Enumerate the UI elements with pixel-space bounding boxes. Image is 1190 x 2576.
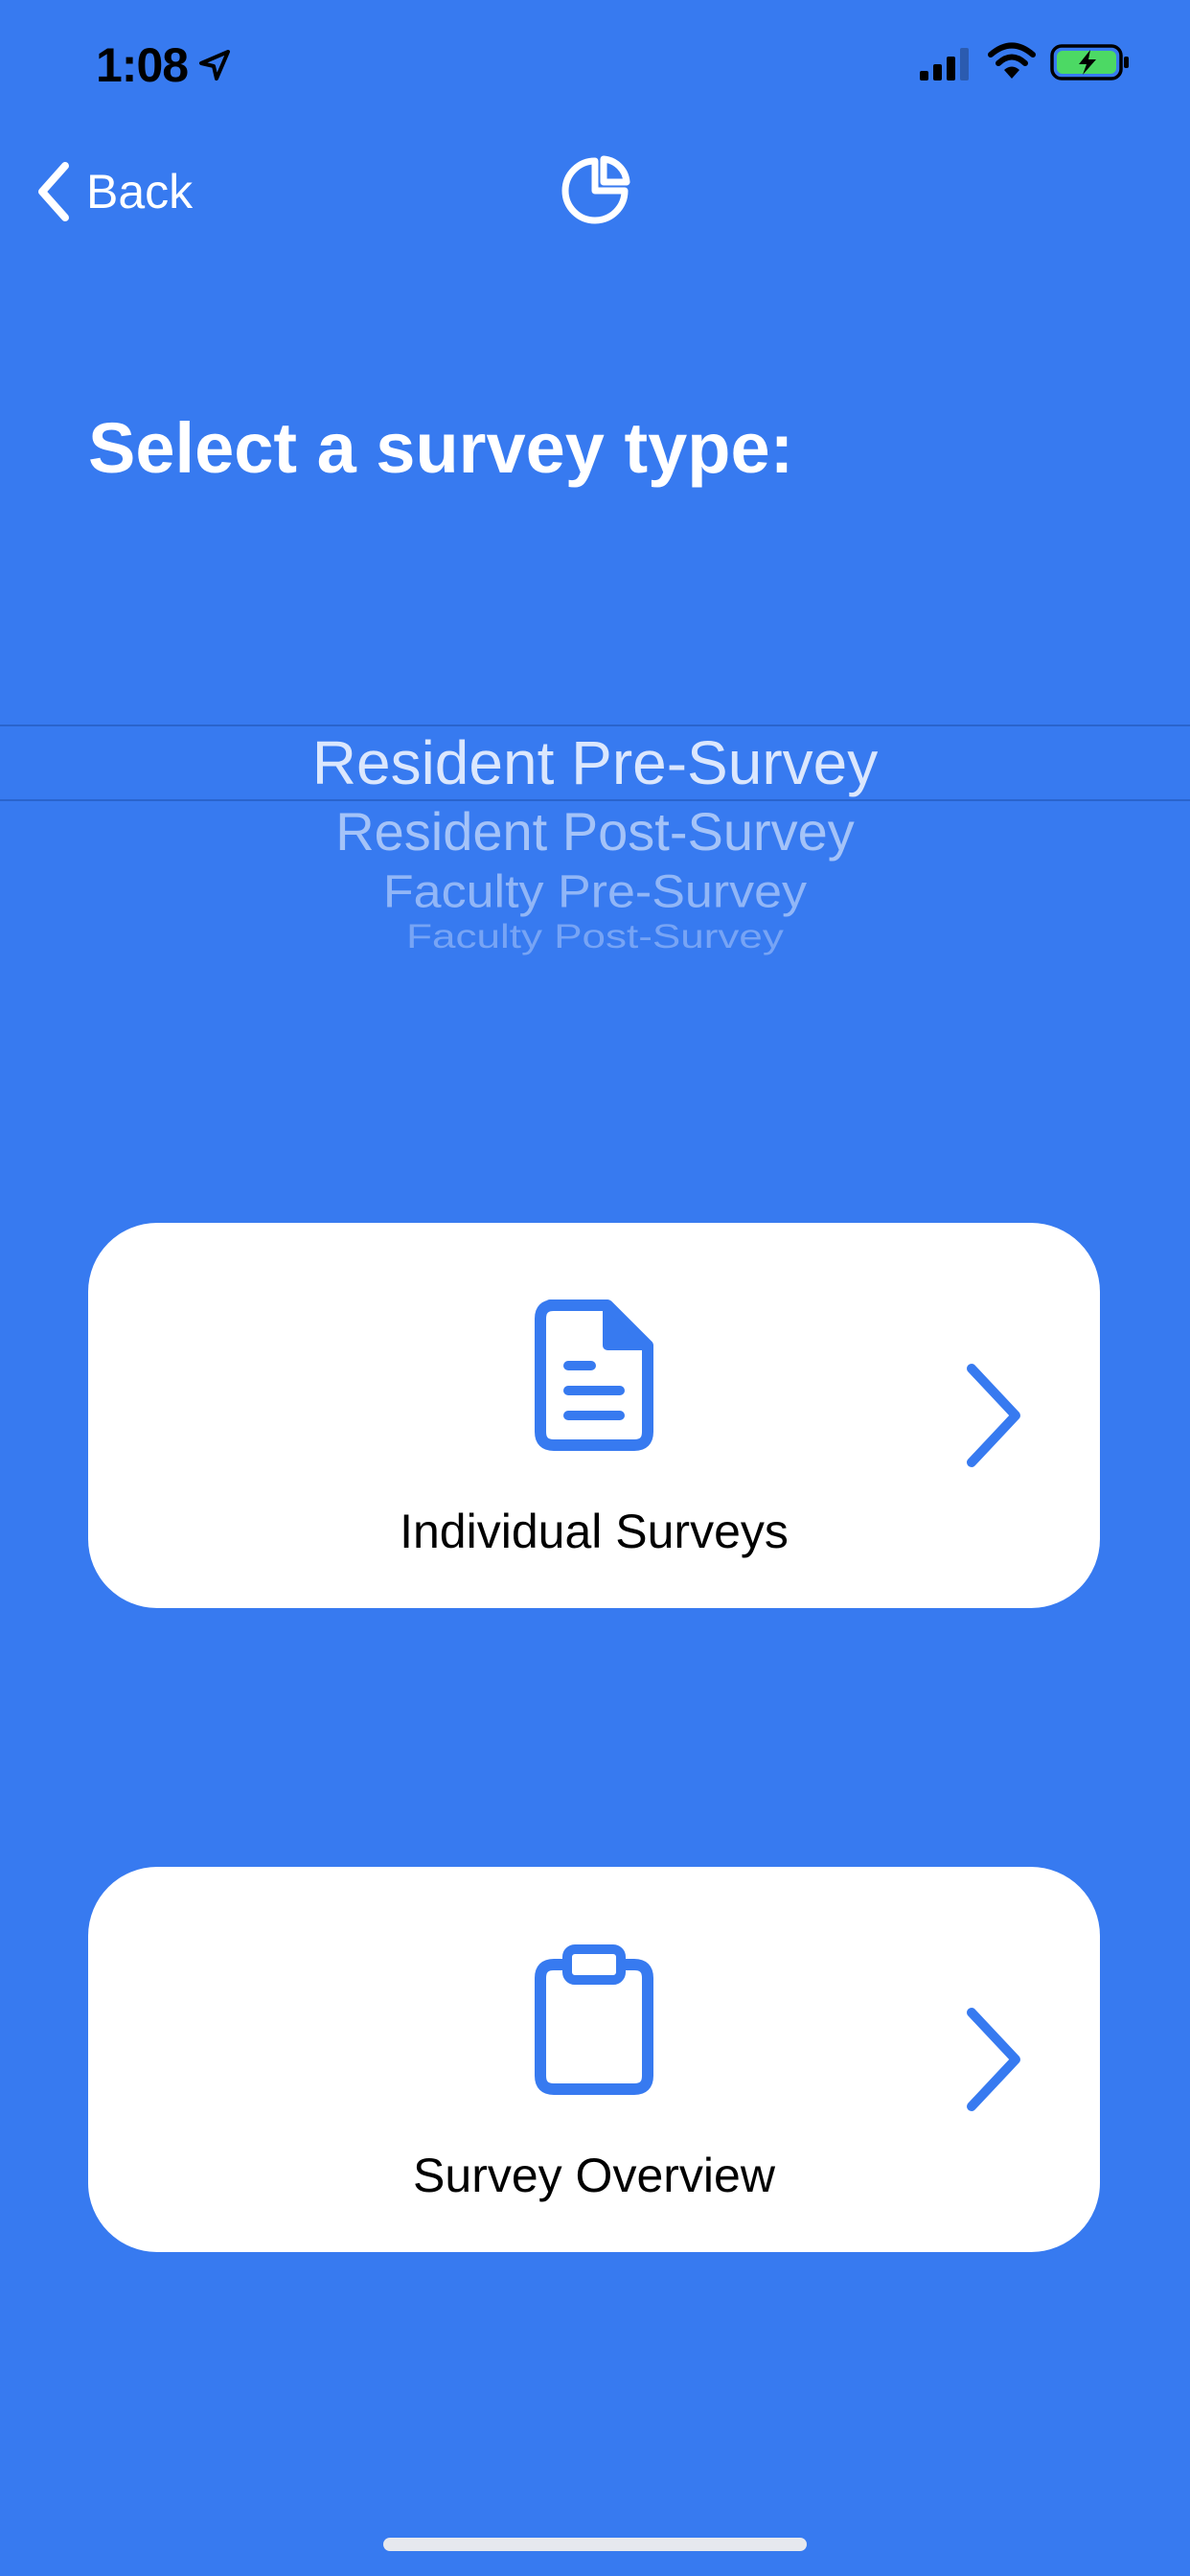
back-button[interactable]: Back	[34, 153, 193, 230]
chevron-right-icon	[967, 1364, 1020, 1467]
survey-overview-button[interactable]: Survey Overview	[88, 1867, 1100, 2252]
individual-surveys-label: Individual Surveys	[400, 1505, 789, 1558]
individual-surveys-button[interactable]: Individual Surveys	[88, 1223, 1100, 1608]
picker-option[interactable]: Faculty Post-Survey	[0, 916, 1190, 958]
home-indicator[interactable]	[383, 2538, 807, 2551]
chevron-left-icon	[38, 162, 69, 221]
cellular-signal-icon	[920, 48, 969, 80]
picker-option[interactable]: Faculty Pre-Survey	[0, 863, 1190, 922]
survey-type-screen: 1:08 Back Select a survey type: Resident…	[0, 0, 1190, 2576]
survey-type-picker[interactable]: Resident Pre-Survey Resident Post-Survey…	[0, 575, 1190, 958]
chevron-right-icon	[967, 2008, 1020, 2111]
document-icon	[535, 1300, 653, 1451]
status-bar: 1:08	[0, 0, 1190, 134]
back-label: Back	[86, 165, 194, 218]
location-arrow-icon	[199, 50, 230, 80]
page-title: Select a survey type:	[88, 408, 794, 488]
clipboard-icon	[535, 1944, 653, 2095]
picker-option[interactable]: Resident Post-Survey	[0, 797, 1190, 866]
survey-overview-label: Survey Overview	[413, 2149, 775, 2202]
pie-chart-icon[interactable]	[560, 155, 630, 226]
status-time: 1:08	[96, 38, 189, 92]
picker-option-selected[interactable]: Resident Pre-Survey	[0, 724, 1190, 801]
wifi-icon	[988, 42, 1036, 79]
battery-charging-icon	[1050, 44, 1129, 80]
